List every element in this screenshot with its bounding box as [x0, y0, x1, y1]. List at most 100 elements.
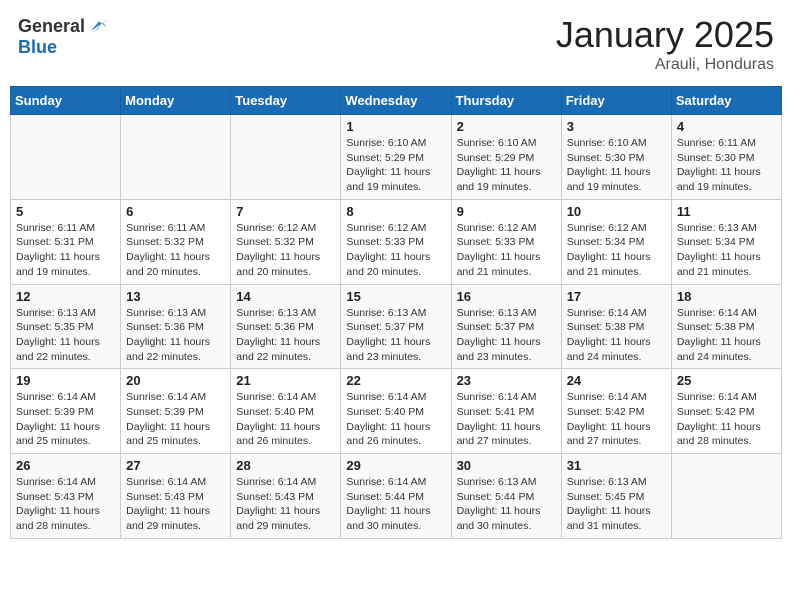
day-info: Sunrise: 6:13 AM Sunset: 5:44 PM Dayligh… [457, 475, 556, 534]
calendar-day-cell [231, 115, 341, 200]
day-number: 9 [457, 204, 556, 219]
day-info: Sunrise: 6:14 AM Sunset: 5:39 PM Dayligh… [126, 390, 225, 449]
calendar-day-cell: 2 Sunrise: 6:10 AM Sunset: 5:29 PM Daylig… [451, 115, 561, 200]
weekday-header-row: SundayMondayTuesdayWednesdayThursdayFrid… [11, 87, 782, 115]
day-info: Sunrise: 6:13 AM Sunset: 5:36 PM Dayligh… [236, 306, 335, 365]
calendar-day-cell [121, 115, 231, 200]
day-info: Sunrise: 6:13 AM Sunset: 5:45 PM Dayligh… [567, 475, 666, 534]
day-number: 16 [457, 289, 556, 304]
day-number: 26 [16, 458, 115, 473]
calendar-day-cell: 14Sunrise: 6:13 AM Sunset: 5:36 PM Dayli… [231, 284, 341, 369]
calendar-week-row: 12 Sunrise: 6:13 AM Sunset: 5:35 PM Dayli… [11, 284, 782, 369]
calendar-table: SundayMondayTuesdayWednesdayThursdayFrid… [10, 86, 782, 539]
day-info: Sunrise: 6:14 AM Sunset: 5:39 PM Dayligh… [16, 390, 115, 449]
calendar-day-cell: 3 Sunrise: 6:10 AM Sunset: 5:30 PM Daylig… [561, 115, 671, 200]
weekday-header-sunday: Sunday [11, 87, 121, 115]
day-info: Sunrise: 6:14 AM Sunset: 5:42 PM Dayligh… [567, 390, 666, 449]
calendar-day-cell: 21 Sunrise: 6:14 AM Sunset: 5:40 PM Dayli… [231, 369, 341, 454]
calendar-day-cell: 15 Sunrise: 6:13 AM Sunset: 5:37 PM Dayli… [341, 284, 451, 369]
calendar-day-cell: 27Sunrise: 6:14 AM Sunset: 5:43 PM Dayli… [121, 454, 231, 539]
day-info: Sunrise: 6:14 AM Sunset: 5:38 PM Dayligh… [567, 306, 666, 365]
calendar-day-cell: 22Sunrise: 6:14 AM Sunset: 5:40 PM Dayli… [341, 369, 451, 454]
day-info: Sunrise: 6:10 AM Sunset: 5:30 PM Dayligh… [567, 136, 666, 195]
calendar-day-cell: 20 Sunrise: 6:14 AM Sunset: 5:39 PM Dayli… [121, 369, 231, 454]
calendar-day-cell: 9 Sunrise: 6:12 AM Sunset: 5:33 PM Daylig… [451, 199, 561, 284]
day-number: 12 [16, 289, 115, 304]
calendar-day-cell: 7Sunrise: 6:12 AM Sunset: 5:32 PM Daylig… [231, 199, 341, 284]
day-number: 11 [677, 204, 776, 219]
calendar-day-cell: 13 Sunrise: 6:13 AM Sunset: 5:36 PM Dayli… [121, 284, 231, 369]
day-number: 4 [677, 119, 776, 134]
day-number: 2 [457, 119, 556, 134]
calendar-day-cell [11, 115, 121, 200]
day-info: Sunrise: 6:13 AM Sunset: 5:37 PM Dayligh… [346, 306, 445, 365]
day-info: Sunrise: 6:10 AM Sunset: 5:29 PM Dayligh… [457, 136, 556, 195]
weekday-header-friday: Friday [561, 87, 671, 115]
calendar-day-cell: 12 Sunrise: 6:13 AM Sunset: 5:35 PM Dayli… [11, 284, 121, 369]
logo-bird-icon [87, 14, 111, 38]
calendar-day-cell: 25 Sunrise: 6:14 AM Sunset: 5:42 PM Dayli… [671, 369, 781, 454]
day-info: Sunrise: 6:14 AM Sunset: 5:38 PM Dayligh… [677, 306, 776, 365]
day-info: Sunrise: 6:12 AM Sunset: 5:32 PM Dayligh… [236, 221, 335, 280]
day-number: 6 [126, 204, 225, 219]
weekday-header-monday: Monday [121, 87, 231, 115]
day-number: 23 [457, 373, 556, 388]
calendar-day-cell: 29Sunrise: 6:14 AM Sunset: 5:44 PM Dayli… [341, 454, 451, 539]
calendar-day-cell: 28 Sunrise: 6:14 AM Sunset: 5:43 PM Dayli… [231, 454, 341, 539]
calendar-day-cell: 11Sunrise: 6:13 AM Sunset: 5:34 PM Dayli… [671, 199, 781, 284]
day-info: Sunrise: 6:13 AM Sunset: 5:35 PM Dayligh… [16, 306, 115, 365]
day-info: Sunrise: 6:14 AM Sunset: 5:43 PM Dayligh… [16, 475, 115, 534]
day-info: Sunrise: 6:14 AM Sunset: 5:41 PM Dayligh… [457, 390, 556, 449]
day-info: Sunrise: 6:12 AM Sunset: 5:33 PM Dayligh… [457, 221, 556, 280]
day-info: Sunrise: 6:11 AM Sunset: 5:31 PM Dayligh… [16, 221, 115, 280]
location-title: Arauli, Honduras [556, 56, 774, 74]
calendar-day-cell: 18 Sunrise: 6:14 AM Sunset: 5:38 PM Dayli… [671, 284, 781, 369]
calendar-week-row: 1Sunrise: 6:10 AM Sunset: 5:29 PM Daylig… [11, 115, 782, 200]
day-info: Sunrise: 6:14 AM Sunset: 5:40 PM Dayligh… [236, 390, 335, 449]
calendar-week-row: 5 Sunrise: 6:11 AM Sunset: 5:31 PM Daylig… [11, 199, 782, 284]
day-info: Sunrise: 6:14 AM Sunset: 5:44 PM Dayligh… [346, 475, 445, 534]
day-number: 5 [16, 204, 115, 219]
day-info: Sunrise: 6:11 AM Sunset: 5:30 PM Dayligh… [677, 136, 776, 195]
calendar-week-row: 19 Sunrise: 6:14 AM Sunset: 5:39 PM Dayli… [11, 369, 782, 454]
day-info: Sunrise: 6:14 AM Sunset: 5:42 PM Dayligh… [677, 390, 776, 449]
day-info: Sunrise: 6:11 AM Sunset: 5:32 PM Dayligh… [126, 221, 225, 280]
logo-blue: Blue [18, 37, 57, 57]
calendar-day-cell: 24 Sunrise: 6:14 AM Sunset: 5:42 PM Dayli… [561, 369, 671, 454]
day-number: 28 [236, 458, 335, 473]
logo-general: General [18, 17, 85, 35]
day-number: 25 [677, 373, 776, 388]
weekday-header-tuesday: Tuesday [231, 87, 341, 115]
day-info: Sunrise: 6:14 AM Sunset: 5:40 PM Dayligh… [346, 390, 445, 449]
day-number: 20 [126, 373, 225, 388]
day-number: 21 [236, 373, 335, 388]
day-number: 31 [567, 458, 666, 473]
day-number: 24 [567, 373, 666, 388]
day-info: Sunrise: 6:12 AM Sunset: 5:33 PM Dayligh… [346, 221, 445, 280]
month-title: January 2025 [556, 14, 774, 56]
page-header: General Blue January 2025 Arauli, Hondur… [10, 10, 782, 78]
calendar-day-cell [671, 454, 781, 539]
calendar-day-cell: 1Sunrise: 6:10 AM Sunset: 5:29 PM Daylig… [341, 115, 451, 200]
calendar-day-cell: 31 Sunrise: 6:13 AM Sunset: 5:45 PM Dayli… [561, 454, 671, 539]
day-number: 15 [346, 289, 445, 304]
day-number: 17 [567, 289, 666, 304]
calendar-day-cell: 5 Sunrise: 6:11 AM Sunset: 5:31 PM Daylig… [11, 199, 121, 284]
calendar-day-cell: 17 Sunrise: 6:14 AM Sunset: 5:38 PM Dayli… [561, 284, 671, 369]
day-info: Sunrise: 6:13 AM Sunset: 5:36 PM Dayligh… [126, 306, 225, 365]
calendar-week-row: 26 Sunrise: 6:14 AM Sunset: 5:43 PM Dayli… [11, 454, 782, 539]
calendar-day-cell: 19 Sunrise: 6:14 AM Sunset: 5:39 PM Dayli… [11, 369, 121, 454]
day-info: Sunrise: 6:14 AM Sunset: 5:43 PM Dayligh… [236, 475, 335, 534]
calendar-day-cell: 26 Sunrise: 6:14 AM Sunset: 5:43 PM Dayli… [11, 454, 121, 539]
calendar-day-cell: 4 Sunrise: 6:11 AM Sunset: 5:30 PM Daylig… [671, 115, 781, 200]
day-number: 3 [567, 119, 666, 134]
calendar-day-cell: 8Sunrise: 6:12 AM Sunset: 5:33 PM Daylig… [341, 199, 451, 284]
weekday-header-wednesday: Wednesday [341, 87, 451, 115]
calendar-day-cell: 16Sunrise: 6:13 AM Sunset: 5:37 PM Dayli… [451, 284, 561, 369]
day-number: 18 [677, 289, 776, 304]
day-number: 19 [16, 373, 115, 388]
day-number: 13 [126, 289, 225, 304]
weekday-header-thursday: Thursday [451, 87, 561, 115]
day-number: 27 [126, 458, 225, 473]
day-info: Sunrise: 6:10 AM Sunset: 5:29 PM Dayligh… [346, 136, 445, 195]
